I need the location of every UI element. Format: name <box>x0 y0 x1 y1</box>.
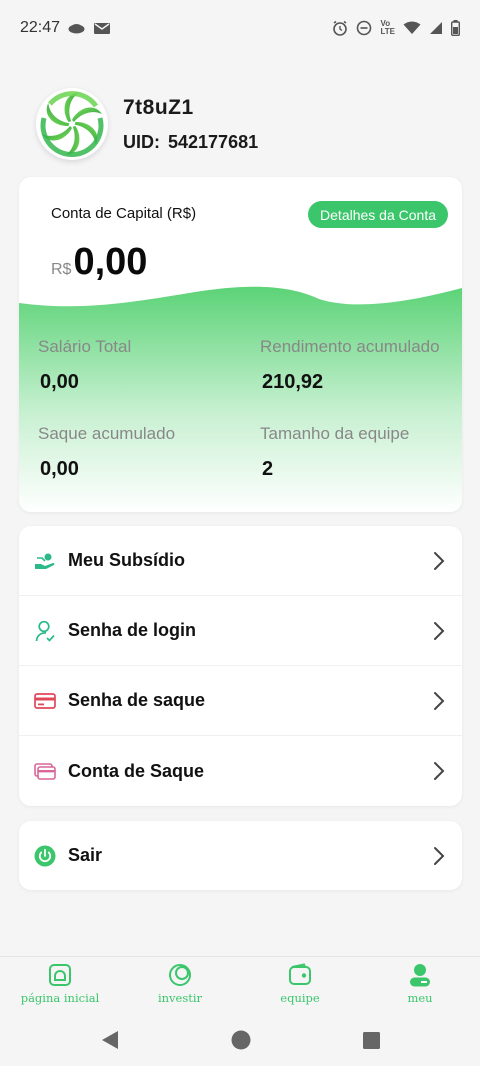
system-navigation <box>0 1014 480 1066</box>
cloud-icon <box>68 23 85 34</box>
nav-item-me[interactable]: meu <box>360 957 480 1014</box>
stat-team-size: Tamanho da equipe 2 <box>260 424 409 481</box>
chevron-right-icon <box>434 691 445 710</box>
stat-label: Saque acumulado <box>38 424 176 443</box>
stat-value: 210,92 <box>262 371 324 393</box>
status-time: 22:47 <box>20 19 61 36</box>
alarm-icon <box>332 20 348 36</box>
menu-item-withdraw-account[interactable]: Conta de Saque <box>19 736 462 806</box>
stat-total-salary: Salário Total 0,00 <box>38 337 131 394</box>
nav-item-home[interactable]: página inicial <box>0 957 120 1014</box>
menu-item-withdraw-password[interactable]: Senha de saque <box>19 666 462 736</box>
balance: R$ 0,00 <box>51 241 147 284</box>
volte-icon: Vo LTE <box>380 20 395 36</box>
capital-account-card: Conta de Capital (R$) Detalhes da Conta … <box>19 177 462 512</box>
user-lock-icon <box>34 620 56 642</box>
signal-icon <box>429 21 443 35</box>
profile-text: 7t8uZ1 UID: 542177681 <box>123 96 258 153</box>
uid-value: 542177681 <box>168 131 259 152</box>
stat-accumulated-income: Rendimento acumulado 210,92 <box>260 337 440 394</box>
wallet-card-icon <box>34 760 56 782</box>
uid-label: UID: <box>123 131 160 152</box>
logout-button[interactable]: Sair <box>19 821 462 890</box>
settings-menu: Meu Subsídio Senha de login Senha de saq… <box>19 526 462 806</box>
dnd-icon <box>356 20 372 36</box>
stat-value: 2 <box>262 458 274 480</box>
wifi-icon <box>403 21 421 35</box>
menu-item-subsidy[interactable]: Meu Subsídio <box>19 526 462 596</box>
mail-icon <box>93 21 111 35</box>
card-icon <box>34 690 56 712</box>
nav-label: página inicial <box>20 991 100 1005</box>
status-left: 22:47 <box>20 19 111 37</box>
stat-label: Salário Total <box>38 337 132 356</box>
stat-label: Tamanho da equipe <box>260 424 410 443</box>
nav-label: investir <box>157 991 203 1005</box>
username: 7t8uZ1 <box>123 95 194 119</box>
power-icon <box>34 845 56 867</box>
menu-label: Senha de saque <box>68 690 206 710</box>
menu-label: Senha de login <box>68 620 197 640</box>
account-details-button[interactable]: Detalhes da Conta <box>308 201 448 228</box>
stat-accumulated-withdrawal: Saque acumulado 0,00 <box>38 424 175 481</box>
nav-label: equipe <box>280 991 320 1005</box>
status-bar: 22:47 Vo LTE <box>0 0 480 56</box>
stat-label: Rendimento acumulado <box>260 337 440 356</box>
volte-text-bottom: LTE <box>380 27 395 36</box>
menu-item-login-password[interactable]: Senha de login <box>19 596 462 666</box>
chevron-right-icon <box>434 762 445 780</box>
profile-icon <box>410 964 430 987</box>
balance-currency: R$ <box>51 261 72 278</box>
logout-label: Sair <box>68 845 103 865</box>
chevron-right-icon <box>434 551 445 570</box>
avatar[interactable] <box>36 88 108 160</box>
home-icon <box>49 964 71 986</box>
logo-icon <box>40 91 104 157</box>
stat-value: 0,00 <box>40 371 79 393</box>
status-right: Vo LTE <box>332 20 460 36</box>
invest-icon <box>169 964 191 986</box>
nav-item-invest[interactable]: investir <box>120 957 240 1014</box>
menu-label: Meu Subsídio <box>68 550 185 570</box>
recents-icon[interactable] <box>362 1031 380 1049</box>
home-circle-icon[interactable] <box>231 1030 251 1050</box>
nav-label: meu <box>407 991 433 1005</box>
nav-item-team[interactable]: equipe <box>240 957 360 1014</box>
back-icon[interactable] <box>101 1030 119 1050</box>
stat-value: 0,00 <box>40 458 79 480</box>
chevron-right-icon <box>434 846 445 865</box>
balance-amount: 0,00 <box>73 241 148 283</box>
menu-label: Conta de Saque <box>68 760 205 781</box>
wallet-icon <box>289 963 311 985</box>
logout-card: Sair <box>19 821 462 890</box>
battery-icon <box>451 20 460 36</box>
profile-header: 7t8uZ1 UID: 542177681 <box>36 88 258 160</box>
uid-row: UID: 542177681 <box>123 132 258 153</box>
bottom-navigation: página inicial investir equipe meu <box>0 956 480 1014</box>
capital-title: Conta de Capital (R$) <box>51 205 197 222</box>
chevron-right-icon <box>434 621 445 640</box>
subsidy-icon <box>34 550 56 572</box>
